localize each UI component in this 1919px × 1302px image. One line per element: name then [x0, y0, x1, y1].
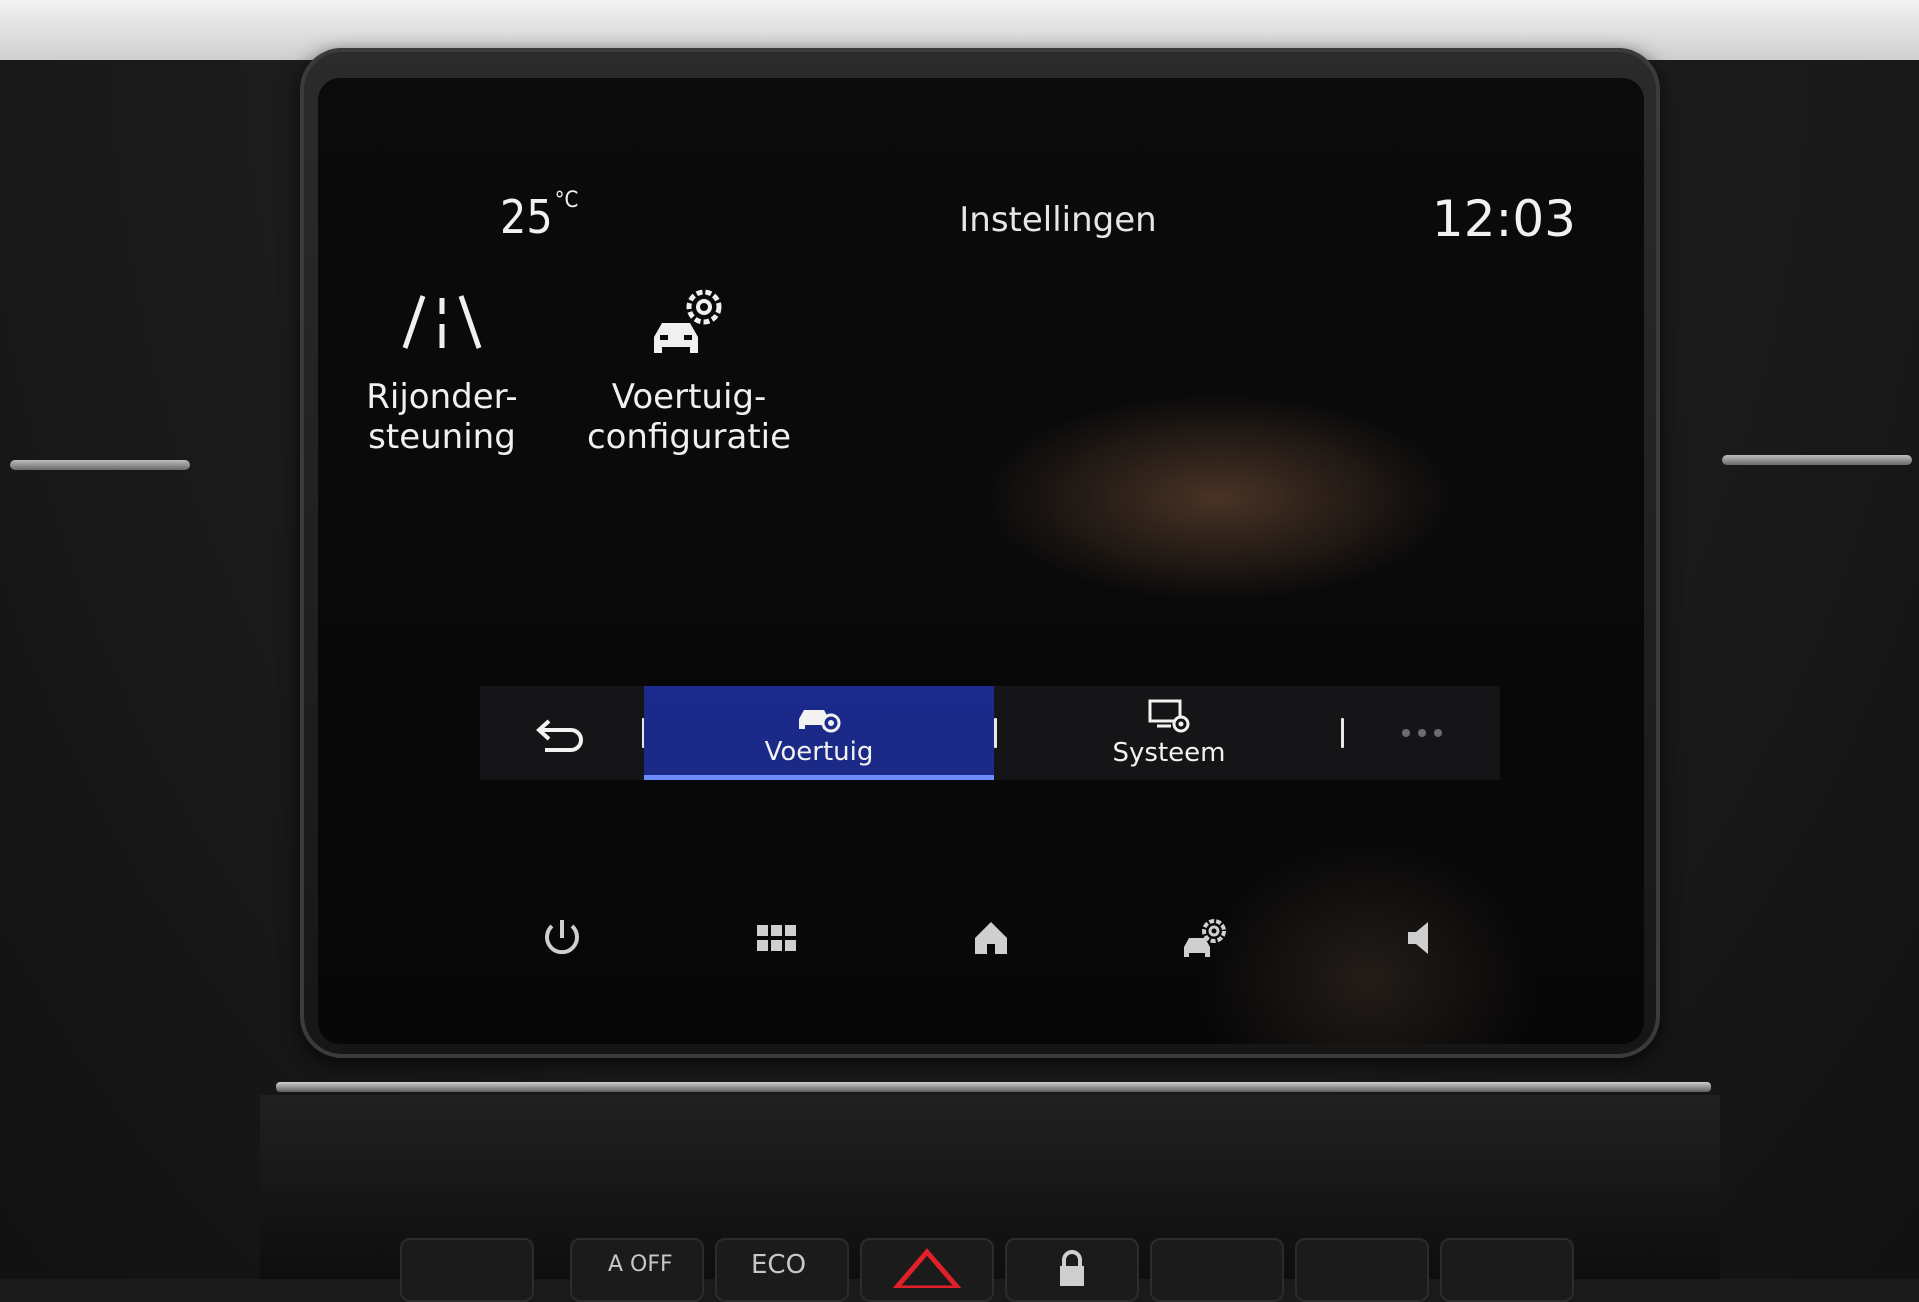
- back-button[interactable]: [480, 686, 642, 780]
- more-dots-icon: [1402, 729, 1442, 737]
- lock-button[interactable]: [1005, 1238, 1139, 1302]
- console-button-6[interactable]: [1150, 1238, 1284, 1302]
- tile-label-line1: Voertuig-: [611, 377, 767, 417]
- tab-label: Voertuig: [764, 737, 874, 767]
- tile-rijondersteuning[interactable]: Rijonder- steuning: [322, 283, 562, 457]
- left-vent-trim: [10, 460, 190, 470]
- volume-button[interactable]: [1390, 908, 1450, 968]
- page-title: Instellingen: [959, 200, 1157, 240]
- home-icon: [975, 922, 1007, 954]
- volume-icon: [1408, 922, 1428, 954]
- console-button-1[interactable]: [400, 1238, 534, 1302]
- outside-temperature: 25°C: [500, 188, 579, 244]
- power-icon: [545, 920, 579, 955]
- home-button[interactable]: [961, 908, 1021, 968]
- console-button-8[interactable]: [1440, 1238, 1574, 1302]
- tab-bar: Voertuig Systeem: [480, 686, 1500, 780]
- infotainment-screen: 25°C Instellingen 12:03 Rijonder- steuni…: [318, 78, 1644, 1044]
- right-vent-trim: [1722, 455, 1912, 465]
- tile-label-line2: steuning: [368, 417, 516, 457]
- auto-off-label: A OFF: [608, 1252, 673, 1277]
- more-button[interactable]: [1344, 686, 1500, 780]
- tab-label: Systeem: [1112, 738, 1226, 768]
- tile-label-line1: Rijonder-: [366, 377, 518, 417]
- tab-voertuig[interactable]: Voertuig: [644, 686, 994, 780]
- power-button[interactable]: [532, 908, 592, 968]
- console-button-auto-off[interactable]: A OFF: [570, 1238, 704, 1302]
- hazard-button[interactable]: [860, 1238, 994, 1302]
- chrome-trim: [276, 1082, 1711, 1092]
- console-button-7[interactable]: [1295, 1238, 1429, 1302]
- lane-assist-icon: [402, 295, 482, 349]
- clock: 12:03: [1431, 190, 1576, 248]
- system-settings-icon: [1148, 699, 1190, 733]
- car-settings-icon: [654, 289, 722, 353]
- tile-label-line2: configuratie: [586, 417, 792, 457]
- vehicle-settings-button[interactable]: [1176, 908, 1236, 968]
- back-arrow-icon: [536, 719, 583, 752]
- tile-voertuigconfiguratie[interactable]: Voertuig- configuratie: [569, 283, 809, 457]
- eco-label: ECO: [751, 1250, 807, 1280]
- tab-systeem[interactable]: Systeem: [997, 686, 1341, 780]
- car-gear-icon: [799, 710, 841, 733]
- car-settings-icon: [1184, 919, 1226, 957]
- temperature-value: 25: [500, 190, 553, 244]
- temperature-unit: °C: [554, 188, 579, 213]
- hazard-icon: [892, 1248, 962, 1288]
- apps-button[interactable]: [747, 908, 807, 968]
- lock-icon: [1060, 1250, 1084, 1286]
- console-button-eco[interactable]: ECO: [715, 1238, 849, 1302]
- apps-grid-icon: [757, 925, 796, 951]
